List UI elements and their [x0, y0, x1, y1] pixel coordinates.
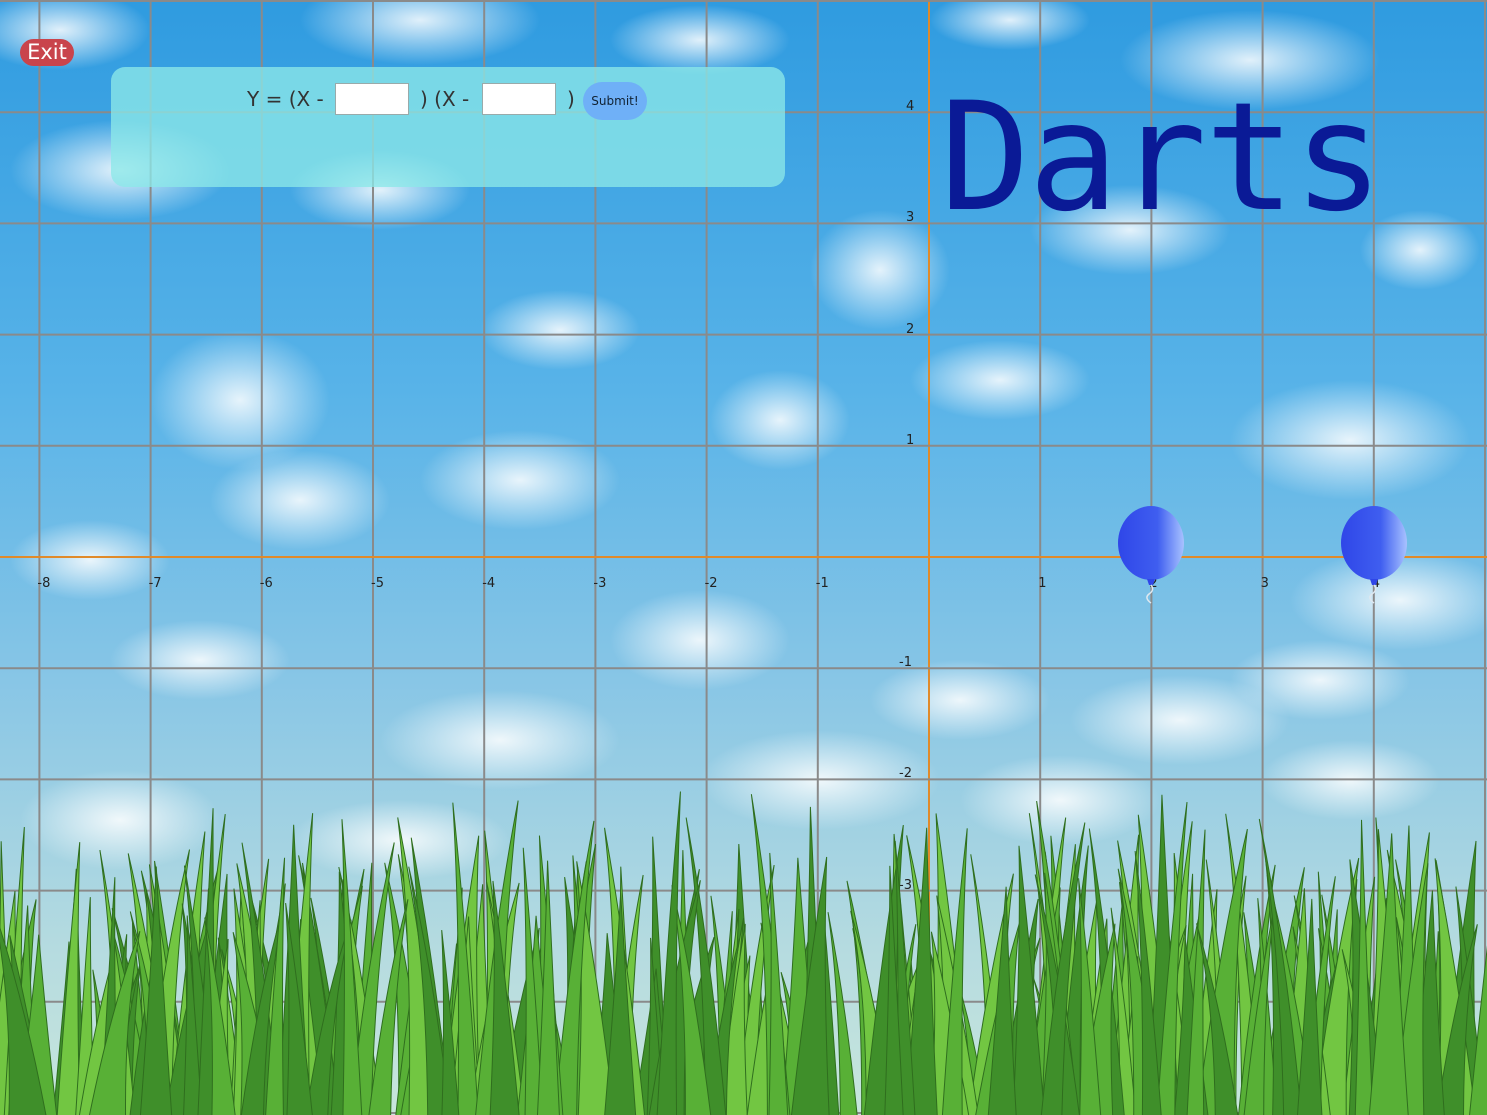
submit-button[interactable]: Submit!: [583, 82, 647, 120]
equation-middle: ) (X -: [420, 87, 470, 111]
equation-suffix: ): [567, 87, 575, 111]
game-title: Darts: [940, 71, 1384, 245]
root-1-input[interactable]: [335, 83, 409, 115]
equation-prefix: Y = (X -: [247, 87, 324, 111]
root-2-input[interactable]: [482, 83, 556, 115]
grass-blade: [56, 842, 81, 1115]
exit-button[interactable]: Exit: [20, 39, 74, 66]
game-stage: -8-7-6-5-4-3-2-112344321-1-2-3-4 Darts E…: [0, 0, 1487, 1115]
equation-panel: Y = (X - ) (X - ) Submit!: [111, 67, 785, 187]
